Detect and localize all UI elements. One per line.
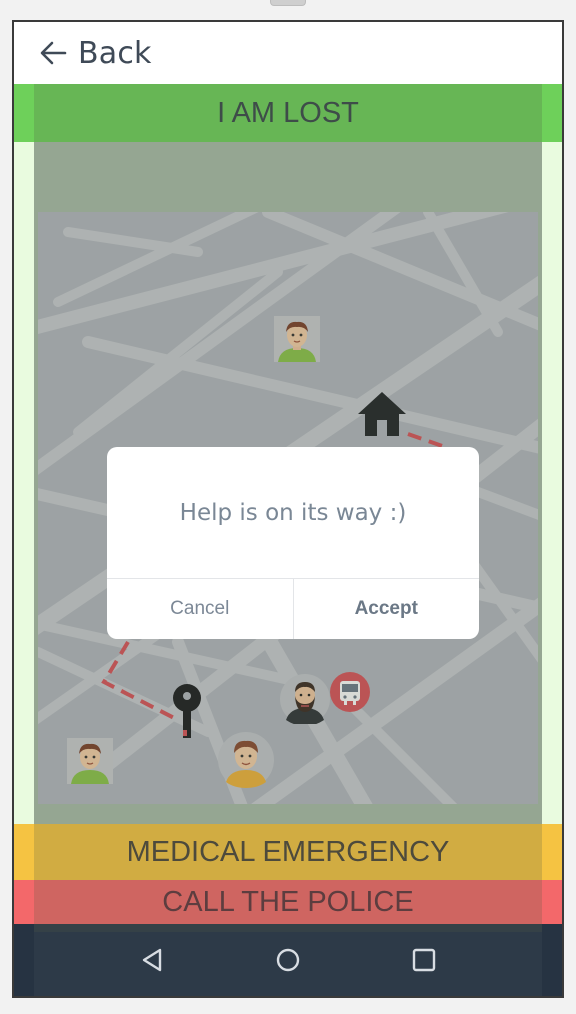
recents-square-icon[interactable]	[410, 946, 438, 974]
key-icon[interactable]	[170, 682, 204, 742]
top-bar: Back	[14, 22, 562, 84]
back-label: Back	[78, 35, 152, 71]
system-navigation-bar	[14, 924, 562, 996]
navbar-edge-left	[14, 924, 34, 996]
medical-emergency-label: MEDICAL EMERGENCY	[126, 835, 450, 868]
earpiece	[270, 0, 306, 6]
person-avatar-icon[interactable]	[218, 732, 274, 788]
back-button[interactable]: Back	[38, 36, 152, 71]
app-screen: Back I AM LOST MEDICAL EMERGENCY CALL TH…	[14, 22, 562, 996]
navbar-edge-right	[542, 924, 562, 996]
call-police-button[interactable]: CALL THE POLICE	[14, 880, 562, 924]
person-avatar-icon[interactable]	[274, 316, 320, 362]
person-avatar-icon[interactable]	[66, 738, 114, 784]
back-triangle-icon[interactable]	[138, 946, 166, 974]
bearded-man-avatar-icon[interactable]	[280, 674, 330, 724]
home-circle-icon[interactable]	[274, 946, 302, 974]
help-dialog: Help is on its way :) Cancel Accept	[107, 447, 479, 639]
cancel-button[interactable]: Cancel	[107, 579, 294, 639]
home-icon[interactable]	[356, 390, 408, 438]
call-police-label: CALL THE POLICE	[162, 886, 414, 918]
phone-frame: Back I AM LOST MEDICAL EMERGENCY CALL TH…	[12, 20, 564, 998]
medical-emergency-button[interactable]: MEDICAL EMERGENCY	[14, 824, 562, 880]
i-am-lost-button[interactable]: I AM LOST	[14, 84, 562, 142]
train-icon[interactable]	[330, 672, 370, 712]
arrow-left-icon	[40, 41, 67, 65]
dialog-actions: Cancel Accept	[107, 578, 479, 639]
dialog-message: Help is on its way :)	[179, 499, 407, 526]
accept-button[interactable]: Accept	[294, 579, 480, 639]
i-am-lost-label: I AM LOST	[217, 96, 359, 129]
